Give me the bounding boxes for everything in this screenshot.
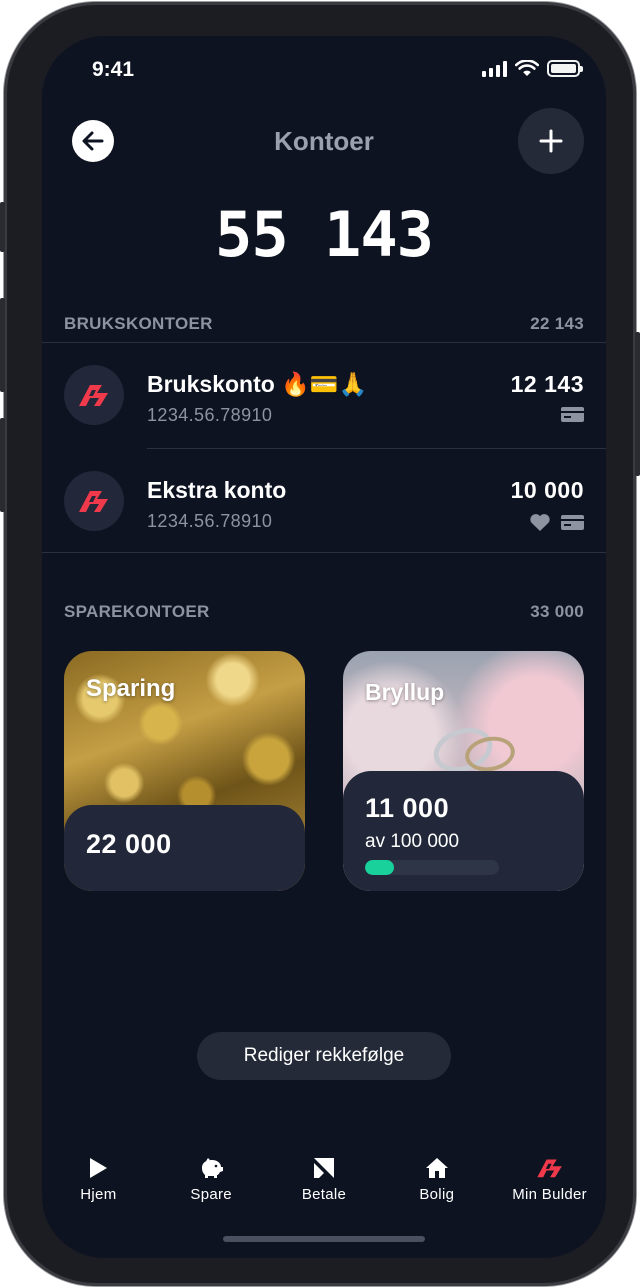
saving-progress-fill [365,860,395,875]
phone-frame: 9:41 Kontoer 55 143 BRUKSKONTOER 22 143 … [0,2,640,1286]
heart-icon [530,514,550,531]
account-icons [561,407,584,422]
tab-label: Bolig [419,1186,455,1203]
cellular-signal-icon [482,60,507,77]
bulder-logo-icon [64,471,124,531]
bulder-logo-icon [64,365,124,425]
sparekontoer-sum: 33 000 [530,602,584,621]
saving-card-amount: 11 000 [365,793,450,823]
power-button [635,332,640,476]
account-amount: 12 143 [510,371,584,397]
tab-label: Min Bulder [512,1186,587,1203]
tab-bolig[interactable]: Bolig [380,1156,493,1216]
account-number: 1234.56.78910 [147,511,273,531]
sparekontoer-header: SPAREKONTOER 33 000 [64,602,584,622]
brukskontoer-sum: 22 143 [530,314,584,333]
saving-card-sparing[interactable]: Sparing 22 000 [64,651,305,891]
row-divider [147,448,606,449]
tab-hjem[interactable]: Hjem [42,1156,155,1216]
status-icons [482,60,583,77]
saving-goal-label: av 100 000 [365,831,460,852]
brukskontoer-header: BRUKSKONTOER 22 143 [64,314,584,334]
saving-card-title: Bryllup [365,679,445,705]
silent-switch [0,202,5,252]
saving-progress-bar [365,860,499,875]
volume-up-button [0,298,5,392]
plus-icon [539,129,563,153]
account-amount: 10 000 [510,477,584,503]
volume-down-button [0,418,5,512]
tab-spare[interactable]: Spare [155,1156,268,1216]
wifi-icon [515,60,539,76]
tab-label: Spare [190,1186,232,1203]
reorder-button[interactable]: Rediger rekkefølge [197,1032,451,1080]
account-icons [529,513,584,532]
account-number: 1234.56.78910 [147,405,273,425]
payment-icon [313,1156,335,1180]
play-icon [88,1156,108,1180]
account-row-ekstra-konto[interactable]: Ekstra konto 1234.56.78910 10 000 [42,471,606,575]
bulder-logo-icon [534,1156,566,1180]
saving-card-title: Sparing [86,675,176,702]
tab-betale[interactable]: Betale [268,1156,381,1216]
card-icon [561,407,584,422]
account-row-brukskonto[interactable]: Brukskonto 🔥💳🙏 1234.56.78910 12 143 [42,365,606,469]
add-account-button[interactable] [518,108,584,174]
total-balance: 55 143 [215,198,434,271]
piggy-bank-icon [198,1156,224,1180]
tab-label: Hjem [80,1186,117,1203]
tab-label: Betale [301,1186,347,1203]
sparekontoer-heading: SPAREKONTOER [64,602,210,621]
section-divider [42,552,606,553]
saving-card-footer: 22 000 [64,805,305,891]
account-name: Brukskonto 🔥💳🙏 [147,371,368,397]
saving-card-bryllup[interactable]: Bryllup 11 000 av 100 000 [343,651,584,891]
tab-bar: Hjem Spare Betale Bolig Min Bulder [42,1156,606,1216]
house-icon [425,1156,449,1180]
saving-card-amount: 22 000 [86,829,172,859]
saving-card-footer: 11 000 av 100 000 [343,771,584,891]
card-icon [561,515,584,530]
account-name: Ekstra konto [147,477,287,503]
tab-min-bulder[interactable]: Min Bulder [493,1156,606,1216]
status-time: 9:41 [92,58,135,81]
brukskontoer-heading: BRUKSKONTOER [64,314,213,333]
section-divider [42,342,606,343]
battery-icon [547,60,583,77]
home-indicator[interactable] [223,1236,425,1242]
screen: 9:41 Kontoer 55 143 BRUKSKONTOER 22 143 … [42,36,606,1258]
